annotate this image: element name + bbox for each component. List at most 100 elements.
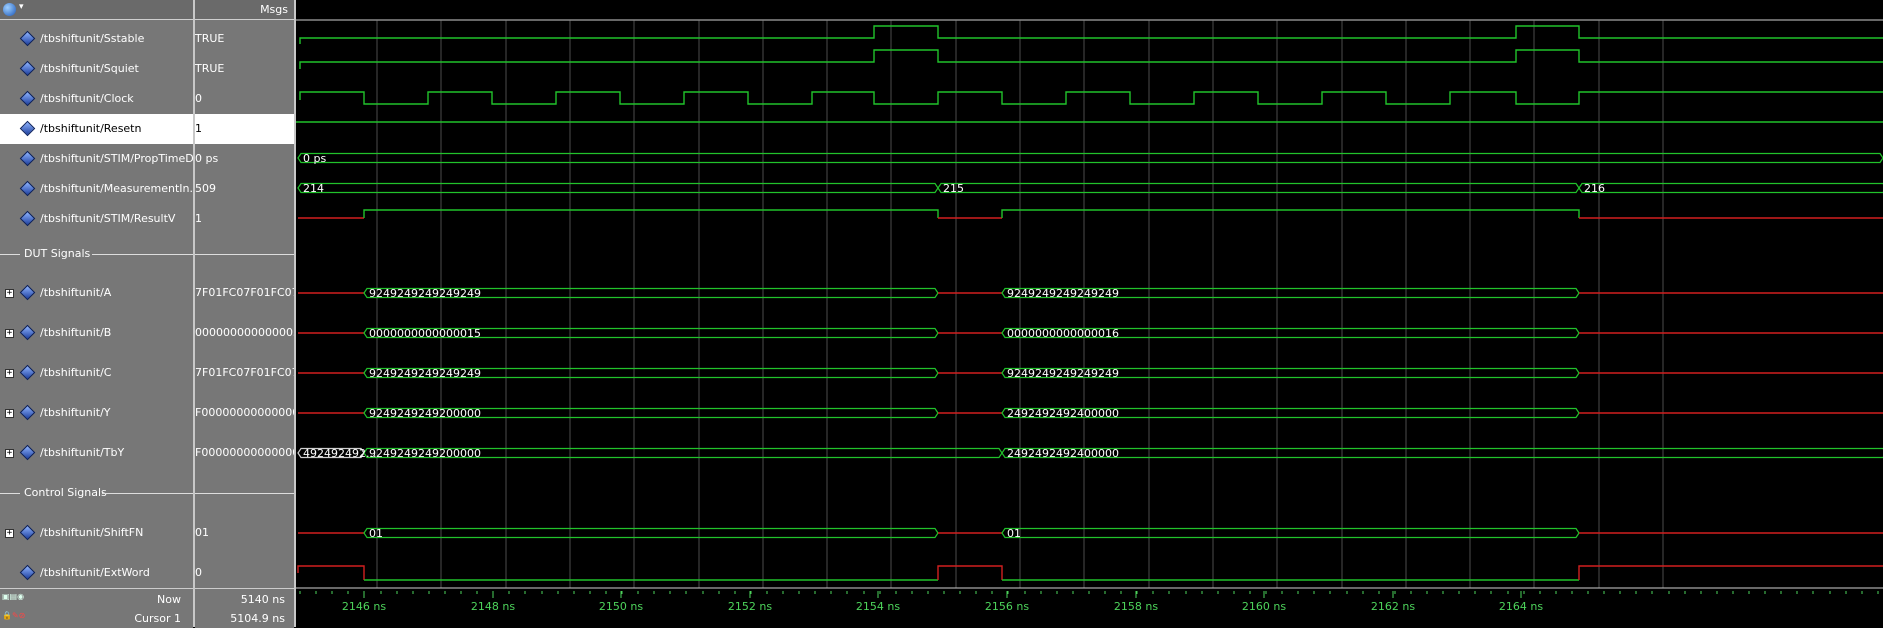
signal-value: 1 <box>195 114 294 144</box>
signal-value: F000000000000000 <box>195 446 307 459</box>
msgs-header: Msgs <box>195 0 294 20</box>
signal-diamond-icon <box>19 60 36 77</box>
bus-measurement-215 <box>937 182 1580 194</box>
timeline-tick-label: 2152 ns <box>728 600 772 613</box>
divider-line <box>195 254 294 255</box>
signal-diamond-icon <box>19 30 36 47</box>
wave-resultv-high <box>1001 209 1580 218</box>
cursor-icons[interactable]: 🔒✎⊘ <box>2 611 25 620</box>
bus-measurement-215-label: 215 <box>943 182 964 195</box>
signal-name: /tbshiftunit/Resetn <box>40 122 142 135</box>
signal-value: 509 <box>195 182 216 195</box>
timeline-tick-label: 2162 ns <box>1371 600 1415 613</box>
bus-tby-0-label: 492492492... <box>303 447 376 460</box>
wave-extword-red <box>1578 565 1883 580</box>
signal-name: /tbshiftunit/ExtWord <box>40 566 150 579</box>
expand-plus-icon[interactable]: + <box>5 329 14 338</box>
signal-row-squiet[interactable]: /tbshiftunit/Squiet <box>0 54 193 84</box>
bus-a-1-label: 9249249249249249 <box>369 287 481 300</box>
signal-row-extword[interactable]: /tbshiftunit/ExtWord <box>0 558 193 588</box>
expand-plus-icon[interactable]: + <box>5 449 14 458</box>
bus-b-1-label: 0000000000000015 <box>369 327 481 340</box>
timeline-tick-label: 2150 ns <box>599 600 643 613</box>
timeline-tick-label: 2160 ns <box>1242 600 1286 613</box>
timeline-tick-label: 2154 ns <box>856 600 900 613</box>
signal-row-b[interactable]: + /tbshiftunit/B <box>0 318 193 348</box>
cursor-label: Cursor 1 <box>134 612 181 625</box>
footer-name-area: ▣▤◉ 🔒✎⊘ Now Cursor 1 <box>0 588 193 628</box>
signal-name: /tbshiftunit/Squiet <box>40 62 139 75</box>
bus-measurement-214 <box>297 182 939 194</box>
bus-y-1-label: 9249249249200000 <box>369 407 481 420</box>
now-label: Now <box>157 593 181 606</box>
signal-row-c[interactable]: + /tbshiftunit/C <box>0 358 193 388</box>
signal-value: 7F01FC07F01FC07F <box>195 286 305 299</box>
signal-row-sstable[interactable]: /tbshiftunit/Sstable <box>0 24 193 54</box>
signal-name: /tbshiftunit/Clock <box>40 92 134 105</box>
bus-tby-1-label: 9249249249200000 <box>369 447 481 460</box>
timeline-tick-label: 2158 ns <box>1114 600 1158 613</box>
timeline-tick-label: 2148 ns <box>471 600 515 613</box>
divider-label: DUT Signals <box>24 247 91 260</box>
bus-measurement-216-label: 216 <box>1584 182 1605 195</box>
wave-resultv-high <box>363 209 939 218</box>
signal-diamond-icon <box>19 364 36 381</box>
signal-name: /tbshiftunit/Y <box>40 406 111 419</box>
divider-control-signals: Control Signals <box>0 483 193 503</box>
msgs-label: Msgs <box>260 3 288 16</box>
expand-plus-icon[interactable]: + <box>5 369 14 378</box>
signal-row-clock[interactable]: /tbshiftunit/Clock <box>0 84 193 114</box>
signal-value: 000000000000003C <box>195 326 308 339</box>
signal-diamond-icon <box>19 120 36 137</box>
signal-diamond-icon <box>19 210 36 227</box>
waveform-pane[interactable]: 0 ps 214 215 216 9249249249249249 92492492492… <box>296 0 1883 627</box>
name-pane-header: ▾ <box>0 0 193 20</box>
expand-plus-icon[interactable]: + <box>5 409 14 418</box>
signal-value: 7F01FC07F01FC07F <box>195 366 305 379</box>
signal-row-a[interactable]: + /tbshiftunit/A <box>0 278 193 308</box>
signal-name: /tbshiftunit/ShiftFN <box>40 526 144 539</box>
dropdown-arrow-icon[interactable]: ▾ <box>19 2 24 12</box>
bus-a-2-label: 9249249249249249 <box>1007 287 1119 300</box>
bus-proptime-label: 0 ps <box>303 152 326 165</box>
bus-shiftfn-1 <box>363 527 939 539</box>
signal-value: 1 <box>195 212 202 225</box>
signal-value-pane: Msgs TRUE TRUE 0 1 0 ps 509 1 7F01FC07F0… <box>195 0 308 628</box>
signal-diamond-icon <box>19 324 36 341</box>
wave-squiet <box>299 49 1883 69</box>
signal-name: /tbshiftunit/A <box>40 286 112 299</box>
wave-menu-icon[interactable] <box>3 3 16 16</box>
signal-diamond-icon <box>19 90 36 107</box>
signal-diamond-icon <box>19 564 36 581</box>
signal-diamond-icon <box>19 284 36 301</box>
signal-name: /tbshiftunit/TbY <box>40 446 125 459</box>
signal-value: 0 <box>195 566 202 579</box>
signal-name: /tbshiftunit/B <box>40 326 112 339</box>
signal-row-y[interactable]: + /tbshiftunit/Y <box>0 398 193 428</box>
signal-value: TRUE <box>195 62 225 75</box>
signal-row-measurement[interactable]: /tbshiftunit/MeasurementIn... <box>0 174 200 204</box>
signal-value: 0 ps <box>195 152 219 165</box>
signal-diamond-icon <box>19 180 36 197</box>
cursor-value: 5104.9 ns <box>230 612 285 625</box>
bus-tby-2-label: 2492492492400000 <box>1007 447 1119 460</box>
expand-plus-icon[interactable]: + <box>5 289 14 298</box>
toolbar-icons[interactable]: ▣▤◉ <box>2 592 24 601</box>
signal-row-resetn[interactable]: /tbshiftunit/Resetn <box>0 114 193 144</box>
expand-plus-icon[interactable]: + <box>5 529 14 538</box>
bus-shiftfn-2-label: 01 <box>1007 527 1021 540</box>
signal-row-shiftfn[interactable]: + /tbshiftunit/ShiftFN <box>0 518 193 548</box>
bus-c-1-label: 9249249249249249 <box>369 367 481 380</box>
waveform-canvas[interactable]: 0 ps 214 215 216 9249249249249249 92492492492… <box>296 0 1883 627</box>
timeline-tick-label: 2146 ns <box>342 600 386 613</box>
signal-value: 01 <box>195 526 209 539</box>
now-value: 5140 ns <box>240 593 285 606</box>
signal-name-pane: ▾ /tbshiftunit/Sstable /tbshiftunit/Squi… <box>0 0 204 628</box>
signal-row-tby[interactable]: + /tbshiftunit/TbY <box>0 438 193 468</box>
signal-row-proptime[interactable]: /tbshiftunit/STIM/PropTimeD... <box>0 144 204 174</box>
signal-name: /tbshiftunit/STIM/ResultV <box>40 212 176 225</box>
signal-name: /tbshiftunit/C <box>40 366 112 379</box>
signal-row-resultv[interactable]: /tbshiftunit/STIM/ResultV <box>0 204 193 234</box>
bus-b-2-label: 0000000000000016 <box>1007 327 1119 340</box>
timeline-tick-label: 2164 ns <box>1499 600 1543 613</box>
